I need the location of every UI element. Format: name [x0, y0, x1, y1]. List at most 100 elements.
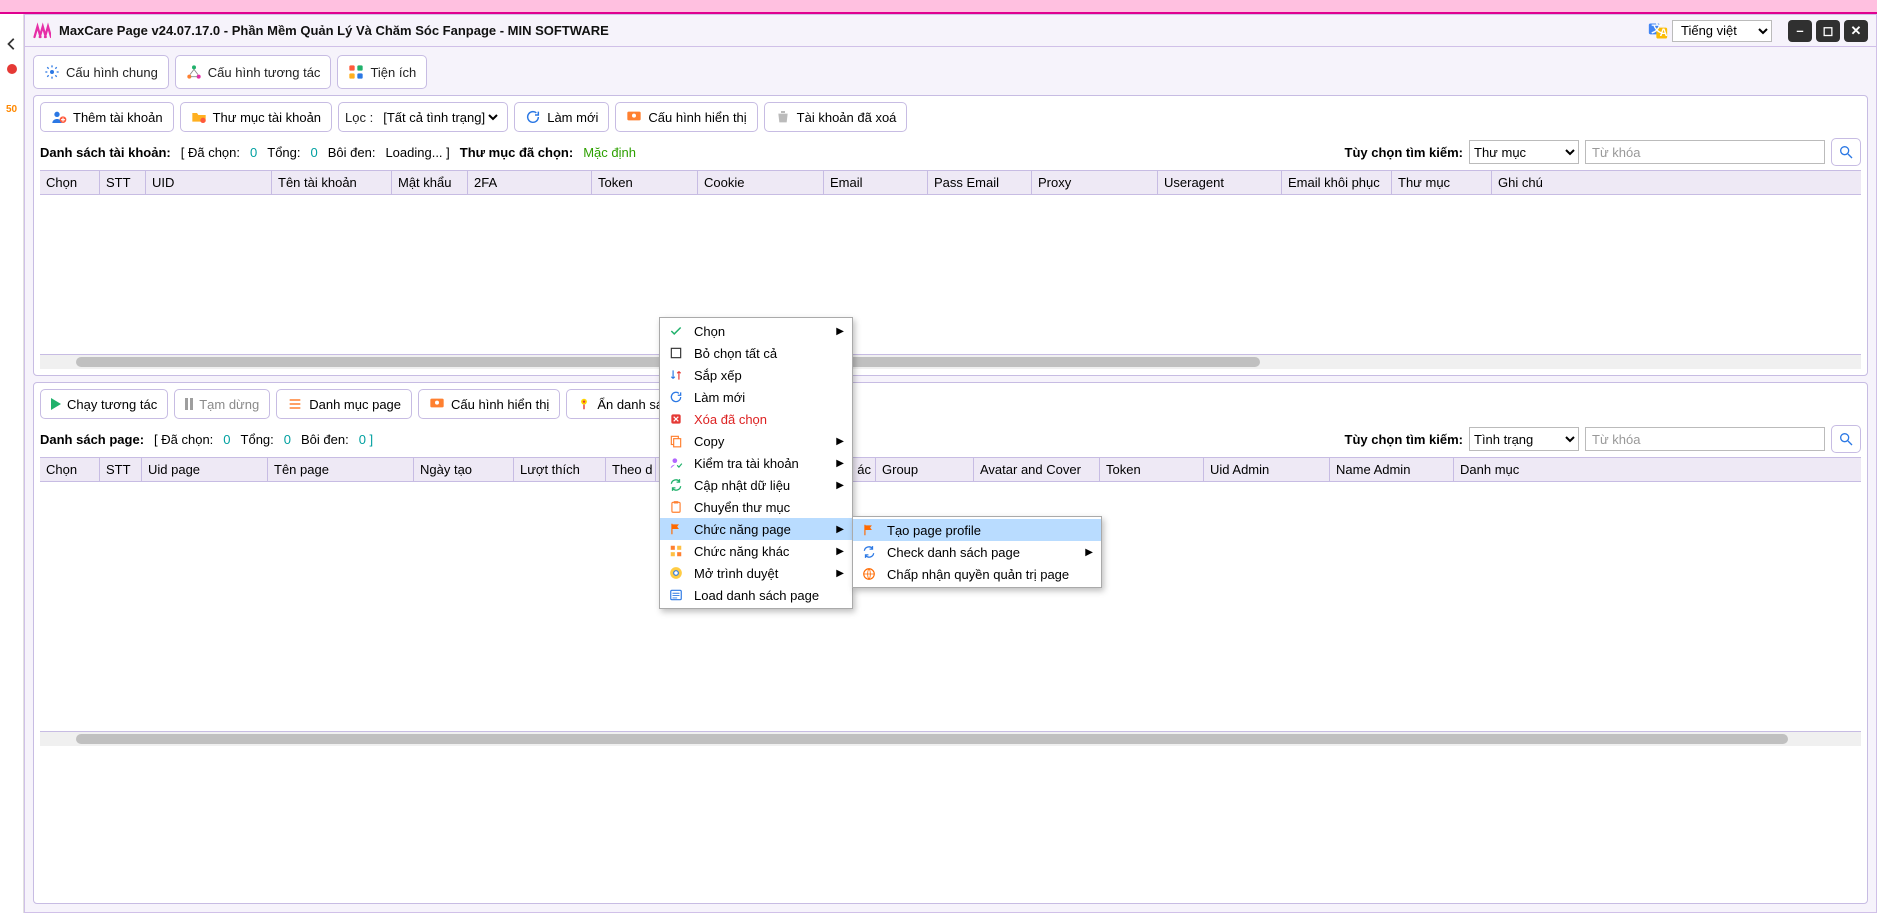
tab-label: Cấu hình tương tác	[208, 65, 321, 80]
ctx-chuc-nang-khac[interactable]: Chức năng khác▶	[660, 540, 852, 562]
col-uid[interactable]: UID	[146, 171, 272, 194]
ctx-load-page-list[interactable]: Load danh sách page	[660, 584, 852, 606]
ctx-cap-nhat[interactable]: Cập nhật dữ liệu▶	[660, 474, 852, 496]
col-cookie[interactable]: Cookie	[698, 171, 824, 194]
tab-tien-ich[interactable]: Tiện ích	[337, 55, 427, 89]
col-theodoi[interactable]: Theo d	[606, 458, 656, 481]
language-select[interactable]: Tiếng việt	[1672, 20, 1772, 42]
ctx-xoa[interactable]: Xóa đã chọn	[660, 408, 852, 430]
ctx-bo-chon[interactable]: Bỏ chọn tất cả	[660, 342, 852, 364]
delete-icon	[668, 411, 684, 427]
col-proxy[interactable]: Proxy	[1032, 171, 1158, 194]
ctx-mo-trinh-duyet[interactable]: Mở trình duyệt▶	[660, 562, 852, 584]
accounts-search-area: Tùy chọn tìm kiếm: Thư mục	[1345, 138, 1861, 166]
minimize-button[interactable]: –	[1788, 20, 1812, 42]
col-ten-tk[interactable]: Tên tài khoản	[272, 171, 392, 194]
bold-count: 0 ]	[359, 432, 373, 447]
run-interaction-button[interactable]: Chạy tương tác	[40, 389, 168, 419]
maximize-button[interactable]: ◻	[1816, 20, 1840, 42]
deleted-accounts-button[interactable]: Tài khoản đã xoá	[764, 102, 908, 132]
col-2fa[interactable]: 2FA	[468, 171, 592, 194]
col-matkhau[interactable]: Mật khẩu	[392, 171, 468, 194]
col-tenpage[interactable]: Tên page	[268, 458, 414, 481]
folder-icon	[191, 109, 207, 125]
back-icon[interactable]	[0, 32, 24, 56]
col-ghichu[interactable]: Ghi chú	[1492, 171, 1861, 194]
col-uidpage[interactable]: Uid page	[142, 458, 268, 481]
col-emailkp[interactable]: Email khôi phục	[1282, 171, 1392, 194]
flag-icon	[668, 521, 684, 537]
search-input[interactable]	[1585, 427, 1825, 451]
search-input[interactable]	[1585, 140, 1825, 164]
user-check-icon	[668, 455, 684, 471]
ctx-chuyen-thu-muc[interactable]: Chuyển thư mục	[660, 496, 852, 518]
status-filter[interactable]: Lọc : [Tất cả tình trạng]	[338, 102, 508, 132]
accounts-hscrollbar[interactable]	[40, 355, 1861, 369]
search-field-select[interactable]: Thư mục	[1469, 140, 1579, 164]
pause-icon	[185, 398, 193, 410]
bold-label: Bôi đen:	[328, 145, 376, 160]
col-stt[interactable]: STT	[100, 458, 142, 481]
col-nameadmin[interactable]: Name Admin	[1330, 458, 1454, 481]
list-icon	[287, 396, 303, 412]
account-folder-button[interactable]: Thư mục tài khoản	[180, 102, 332, 132]
ctx-chuc-nang-page[interactable]: Chức năng page▶ Tạo page profile Check d…	[660, 518, 852, 540]
sub-tao-page-profile[interactable]: Tạo page profile	[853, 519, 1101, 541]
ctx-copy[interactable]: Copy▶	[660, 430, 852, 452]
col-avatar[interactable]: Avatar and Cover	[974, 458, 1100, 481]
flag-icon	[861, 522, 877, 538]
pages-hscrollbar[interactable]	[40, 732, 1861, 746]
col-group[interactable]: Group	[876, 458, 974, 481]
chevron-right-icon: ▶	[836, 326, 844, 337]
tab-label: Tiện ích	[370, 65, 416, 80]
search-options-label: Tùy chọn tìm kiếm:	[1345, 432, 1463, 447]
col-token[interactable]: Token	[592, 171, 698, 194]
accounts-toolbar: Thêm tài khoản Thư mục tài khoản Lọc : […	[40, 102, 1861, 132]
page-category-button[interactable]: Danh mục page	[276, 389, 412, 419]
button-label: Thư mục tài khoản	[213, 110, 321, 125]
tab-cau-hinh-chung[interactable]: Cấu hình chung	[33, 55, 169, 89]
scrollbar-thumb[interactable]	[76, 734, 1788, 744]
search-field-select[interactable]: Tình trạng	[1469, 427, 1579, 451]
sub-check-page-list[interactable]: Check danh sách page▶	[853, 541, 1101, 563]
filter-label: Lọc :	[345, 110, 373, 125]
copy-icon	[668, 433, 684, 449]
filter-select[interactable]: [Tất cả tình trạng]	[379, 109, 501, 126]
selected-label: [ Đã chọn:	[154, 432, 213, 447]
ctx-chon[interactable]: Chọn▶	[660, 320, 852, 342]
language-selector[interactable]: 文A Tiếng việt	[1648, 20, 1772, 42]
total-count: 0	[284, 432, 291, 447]
add-account-button[interactable]: Thêm tài khoản	[40, 102, 174, 132]
col-danhmuc[interactable]: Danh mục	[1454, 458, 1861, 481]
display-config-button[interactable]: Cấu hình hiển thị	[615, 102, 757, 132]
col-useragent[interactable]: Useragent	[1158, 171, 1282, 194]
svg-text:A: A	[1660, 27, 1668, 39]
ctx-sap-xep[interactable]: Sắp xếp	[660, 364, 852, 386]
close-button[interactable]: ✕	[1844, 20, 1868, 42]
pages-list-label: Danh sách page:	[40, 432, 144, 447]
col-chon[interactable]: Chọn	[40, 171, 100, 194]
col-passemail[interactable]: Pass Email	[928, 171, 1032, 194]
col-chon[interactable]: Chọn	[40, 458, 100, 481]
col-email[interactable]: Email	[824, 171, 928, 194]
search-button[interactable]	[1831, 425, 1861, 453]
ctx-kiem-tra[interactable]: Kiểm tra tài khoản▶	[660, 452, 852, 474]
app-window: MaxCare Page v24.07.17.0 - Phần Mềm Quản…	[24, 14, 1877, 913]
col-luotthich[interactable]: Lượt thích	[514, 458, 606, 481]
square-icon	[668, 345, 684, 361]
chevron-right-icon: ▶	[836, 480, 844, 491]
pause-button[interactable]: Tạm dừng	[174, 389, 270, 419]
col-stt[interactable]: STT	[100, 171, 146, 194]
ctx-lam-moi[interactable]: Làm mới	[660, 386, 852, 408]
col-uidadmin[interactable]: Uid Admin	[1204, 458, 1330, 481]
search-button[interactable]	[1831, 138, 1861, 166]
col-token[interactable]: Token	[1100, 458, 1204, 481]
tab-cau-hinh-tuong-tac[interactable]: Cấu hình tương tác	[175, 55, 332, 89]
selected-label: [ Đã chọn:	[181, 145, 240, 160]
col-thumuc[interactable]: Thư mục	[1392, 171, 1492, 194]
col-ngaytao[interactable]: Ngày tạo	[414, 458, 514, 481]
sub-accept-admin[interactable]: Chấp nhận quyền quản trị page	[853, 563, 1101, 585]
accounts-grid-body[interactable]	[40, 195, 1861, 355]
refresh-button[interactable]: Làm mới	[514, 102, 609, 132]
page-display-config-button[interactable]: Cấu hình hiển thị	[418, 389, 560, 419]
